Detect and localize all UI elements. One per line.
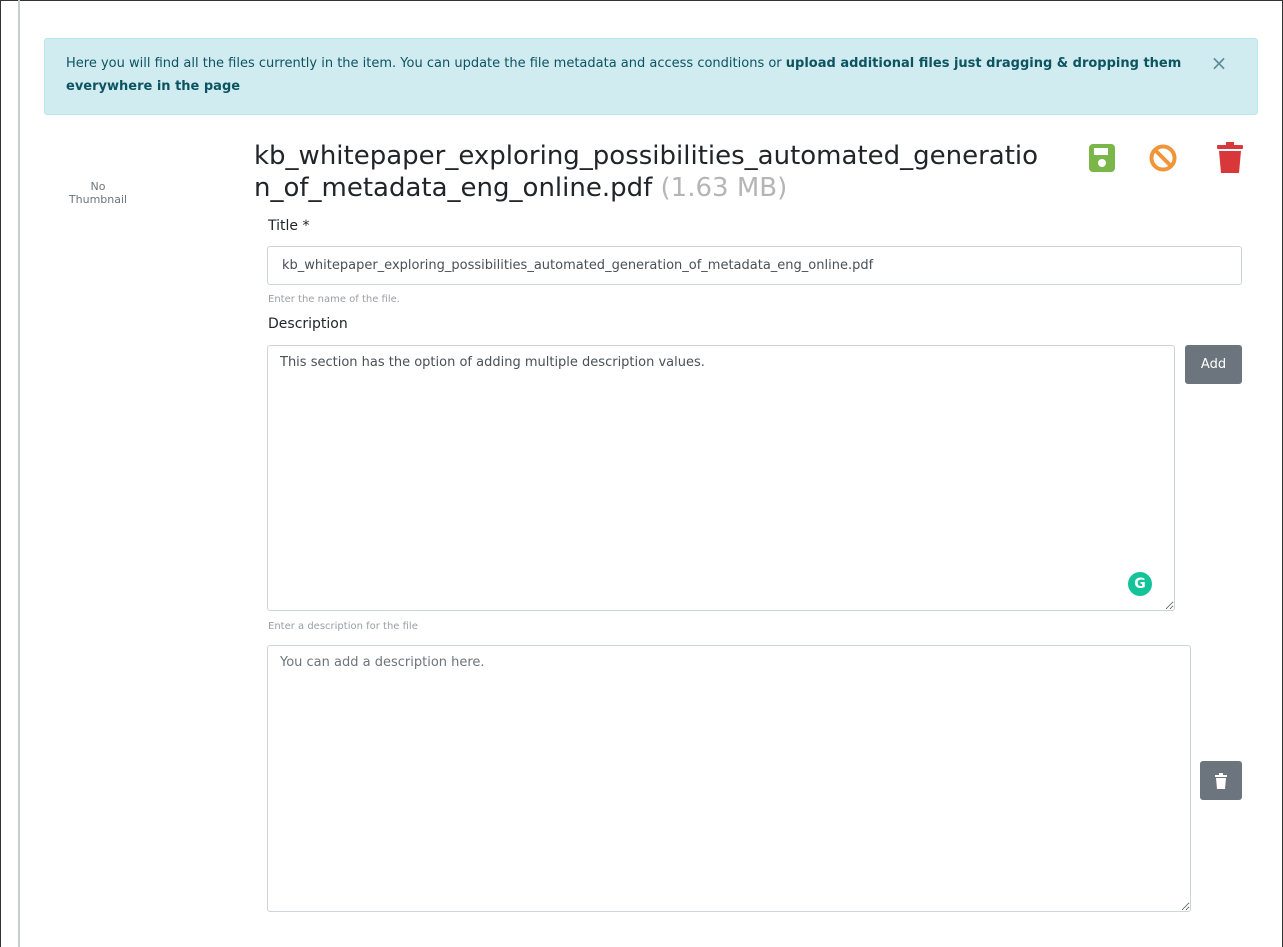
file-name: kb_whitepaper_exploring_possibilities_au…: [254, 141, 1039, 203]
remove-description-button[interactable]: [1200, 761, 1242, 800]
file-size: (1.63 MB): [660, 173, 788, 203]
save-button[interactable]: [1086, 142, 1118, 174]
title-label: Title *: [268, 218, 310, 234]
trash-icon: [1215, 772, 1227, 789]
title-input[interactable]: [267, 246, 1242, 285]
delete-button[interactable]: [1214, 142, 1246, 174]
description-textarea[interactable]: This section has the option of adding mu…: [267, 345, 1175, 611]
info-alert: Here you will find all the files current…: [44, 38, 1258, 115]
description-label: Description: [268, 316, 348, 332]
no-thumbnail: No Thumbnail: [56, 180, 140, 206]
left-divider: [18, 0, 20, 947]
cancel-button[interactable]: [1147, 142, 1179, 174]
thumbnail-line-2: Thumbnail: [68, 193, 128, 206]
floppy-disk-icon: [1089, 144, 1115, 172]
thumbnail-line-1: No: [90, 180, 106, 193]
ban-icon: [1149, 144, 1177, 172]
trash-icon: [1217, 142, 1243, 173]
second-description-textarea[interactable]: [267, 645, 1191, 912]
file-title: kb_whitepaper_exploring_possibilities_au…: [254, 140, 1044, 204]
close-icon[interactable]: ×: [1209, 53, 1229, 73]
alert-text: Here you will find all the files current…: [66, 56, 786, 71]
title-help-text: Enter the name of the file.: [268, 294, 400, 305]
grammarly-icon[interactable]: G: [1128, 572, 1152, 596]
add-description-button[interactable]: Add: [1185, 345, 1242, 384]
description-help-text: Enter a description for the file: [268, 621, 418, 632]
